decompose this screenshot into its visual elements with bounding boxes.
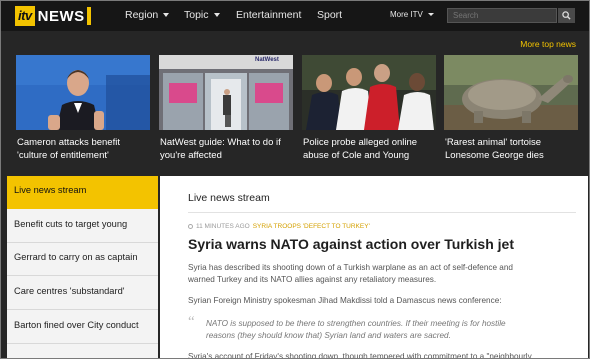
search-icon	[562, 11, 571, 20]
story-caption: Cameron attacks benefit 'culture of enti…	[17, 137, 120, 161]
top-story-card[interactable]: NatWest NatWest guide: What to do if you…	[159, 55, 293, 167]
search-button[interactable]	[558, 8, 575, 23]
sidebar-item-care-centres[interactable]: Care centres 'substandard'	[7, 277, 158, 310]
quote-text: NATO is supposed to be there to strength…	[206, 318, 566, 342]
story-paragraph: Syria has described its shooting down of…	[188, 262, 513, 286]
nav-more-itv-label: More ITV	[390, 10, 423, 19]
sidebar-news-list: Live news stream Benefit cuts to target …	[7, 176, 158, 358]
chevron-down-icon	[213, 13, 220, 18]
itv-news-logo[interactable]: itv NEWS	[15, 6, 91, 26]
story-caption: NatWest guide: What to do if you're affe…	[160, 137, 281, 161]
sidebar-item-benefit-cuts[interactable]: Benefit cuts to target young	[7, 210, 158, 243]
nav-region-label: Region	[125, 9, 159, 21]
top-story-card[interactable]: Police probe alleged online abuse of Col…	[302, 55, 436, 167]
chevron-down-icon	[427, 13, 434, 17]
nav-region[interactable]: Region	[125, 9, 170, 21]
story-paragraph: Syria's account of Friday's shooting dow…	[188, 352, 532, 359]
quote-line: reasons (they should know that) Syrian l…	[206, 331, 451, 340]
logo-bar-icon	[86, 7, 91, 25]
quote-line: NATO is supposed to be there to strength…	[206, 319, 506, 328]
story-caption: Police probe alleged online abuse of Col…	[303, 137, 418, 161]
story-caption: 'Rarest animal' tortoise Lonesome George…	[445, 137, 544, 161]
clock-icon	[188, 223, 193, 229]
top-story-card[interactable]: Cameron attacks benefit 'culture of enti…	[16, 55, 150, 167]
quote-mark-icon: “	[188, 314, 195, 330]
story-headline[interactable]: Syria warns NATO against action over Tur…	[188, 236, 514, 252]
nav-topic[interactable]: Topic	[184, 9, 220, 21]
story-paragraph-line: Syria has described its shooting down of…	[188, 263, 513, 272]
nav-entertainment[interactable]: Entertainment	[236, 9, 301, 21]
story-paragraph-line: warned Turkey and its NATO allies agains…	[188, 275, 437, 284]
more-top-news-link[interactable]: More top news	[520, 39, 576, 49]
nav-topic-label: Topic	[184, 9, 209, 21]
logo-itv-mark: itv	[15, 6, 35, 26]
sidebar-item-barton[interactable]: Barton fined over City conduct	[7, 311, 158, 344]
story-meta: 11 MINUTES AGO SYRIA TROOPS 'DEFECT TO TU…	[188, 223, 370, 230]
story-image-tortoise	[444, 55, 578, 130]
live-news-main-panel: Live news stream 11 MINUTES AGO SYRIA TRO…	[160, 176, 588, 359]
story-image-cameron	[16, 55, 150, 130]
nav-sport[interactable]: Sport	[317, 9, 342, 21]
story-time: 11 MINUTES AGO	[196, 223, 250, 230]
sidebar-item-live-news-stream[interactable]: Live news stream	[7, 176, 158, 209]
story-tag[interactable]: SYRIA TROOPS 'DEFECT TO TURKEY'	[253, 223, 370, 230]
natwest-sign: NatWest	[255, 57, 279, 63]
itv-news-page: itv NEWS Region Topic Entertainment Spor…	[0, 0, 590, 359]
sidebar-item-gerrard[interactable]: Gerrard to carry on as captain	[7, 243, 158, 276]
story-image-footballers	[302, 55, 436, 130]
live-news-heading: Live news stream	[188, 192, 270, 204]
story-image-natwest: NatWest	[159, 55, 293, 130]
search-input[interactable]	[447, 8, 557, 23]
story-paragraph: Syrian Foreign Ministry spokesman Jihad …	[188, 296, 502, 305]
nav-more-itv[interactable]: More ITV	[390, 10, 434, 19]
top-story-card[interactable]: 'Rarest animal' tortoise Lonesome George…	[444, 55, 578, 167]
logo-news-text: NEWS	[37, 7, 85, 25]
heading-divider	[188, 212, 576, 213]
chevron-down-icon	[163, 13, 170, 18]
top-navigation-bar: itv NEWS Region Topic Entertainment Spor…	[1, 1, 589, 31]
